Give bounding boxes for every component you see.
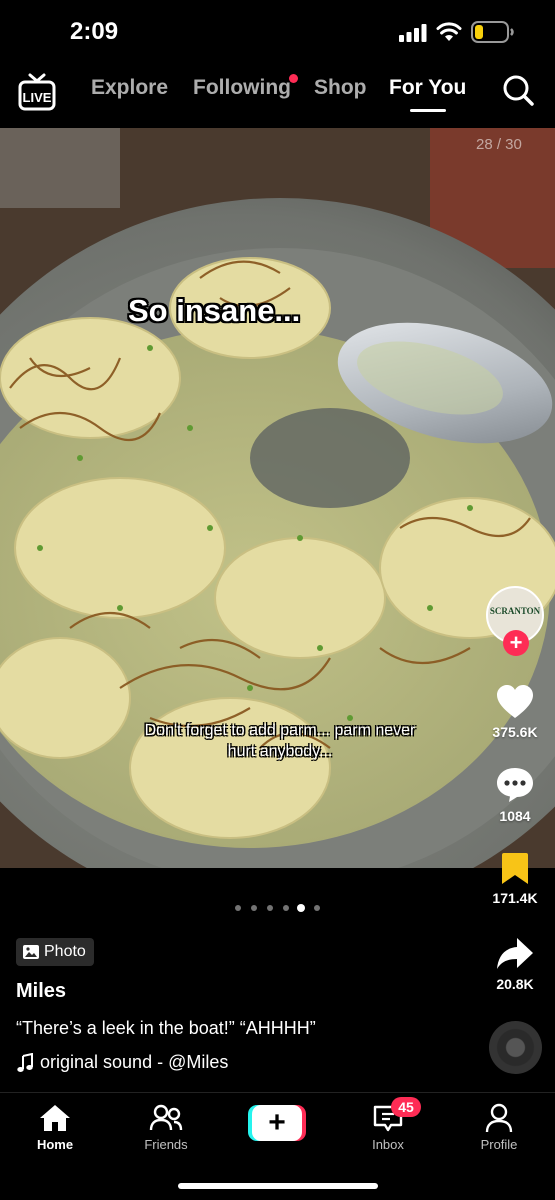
status-bar: 2:09 (0, 0, 555, 62)
nav-inbox-label: Inbox (372, 1137, 404, 1152)
signal-icon (399, 24, 427, 42)
inbox-badge: 45 (391, 1097, 421, 1117)
nav-home[interactable]: Home (15, 1103, 95, 1152)
post-username[interactable]: Miles (16, 980, 66, 1003)
profile-icon (485, 1103, 513, 1133)
share-arrow-icon (497, 938, 533, 969)
pager-dot-active (297, 904, 305, 912)
create-plus-icon: + (252, 1105, 302, 1141)
live-icon[interactable]: LIVE (18, 72, 56, 112)
music-note-icon (17, 1052, 33, 1072)
share-button[interactable]: 20.8K (480, 936, 550, 992)
nav-home-label: Home (36, 1137, 74, 1152)
wifi-icon (436, 22, 462, 41)
pager-dot (314, 905, 320, 911)
overlay-subcaption: Don't forget to add parm... parm never h… (144, 722, 416, 760)
save-count: 171.4K (492, 890, 538, 906)
status-time: 2:09 (70, 18, 119, 45)
pager-dot (235, 905, 241, 911)
tab-shop[interactable]: Shop (314, 76, 367, 100)
battery-icon (471, 21, 514, 43)
create-button[interactable]: + (248, 1105, 306, 1141)
pager-dot (267, 905, 273, 911)
post-photo[interactable]: 28 / 30 So insane... Don't forget to add… (0, 128, 555, 868)
comment-icon (497, 768, 533, 802)
nav-friends[interactable]: Friends (126, 1103, 206, 1152)
comment-count: 1084 (499, 808, 531, 824)
comment-button[interactable]: 1084 (480, 766, 550, 824)
live-label: LIVE (23, 90, 52, 105)
post-description: “There’s a leek in the boat!” “AHHHH” (16, 1018, 316, 1038)
heart-icon (497, 685, 533, 718)
carousel-pager (235, 903, 325, 913)
active-tab-underline (410, 109, 446, 112)
creator-avatar[interactable]: SCRANTON + (486, 586, 544, 656)
bookmark-icon (502, 853, 528, 884)
follow-button[interactable]: + (503, 630, 529, 656)
photo-icon (23, 945, 39, 959)
share-count: 20.8K (496, 976, 534, 992)
sound-disc[interactable] (489, 1021, 542, 1074)
photo-badge-label: Photo (44, 943, 86, 960)
friends-icon (149, 1104, 183, 1131)
tab-for-you[interactable]: For You (389, 76, 466, 100)
following-notification-dot (289, 74, 298, 83)
pager-dot (251, 905, 257, 911)
sound-label: original sound - @Miles (40, 1052, 229, 1072)
overlay-caption: So insane... (128, 293, 301, 328)
page-counter: 28 / 30 (476, 136, 522, 153)
nav-friends-label: Friends (144, 1137, 188, 1152)
tab-following[interactable]: Following (193, 76, 291, 100)
tab-explore[interactable]: Explore (91, 76, 168, 100)
nav-profile[interactable]: Profile (459, 1103, 539, 1152)
avatar-text: SCRANTON (489, 606, 541, 616)
top-navigation: LIVE Explore Following Shop For You (0, 62, 555, 128)
save-button[interactable]: 171.4K (480, 852, 550, 906)
photo-badge: Photo (16, 938, 94, 966)
search-icon[interactable] (502, 74, 534, 106)
like-count: 375.6K (492, 724, 538, 740)
nav-profile-label: Profile (480, 1137, 518, 1152)
like-button[interactable]: 375.6K (480, 684, 550, 740)
home-indicator[interactable] (178, 1183, 378, 1189)
home-icon (40, 1105, 70, 1131)
pager-dot (283, 905, 289, 911)
sound-link[interactable]: original sound - @Miles (16, 1052, 228, 1073)
